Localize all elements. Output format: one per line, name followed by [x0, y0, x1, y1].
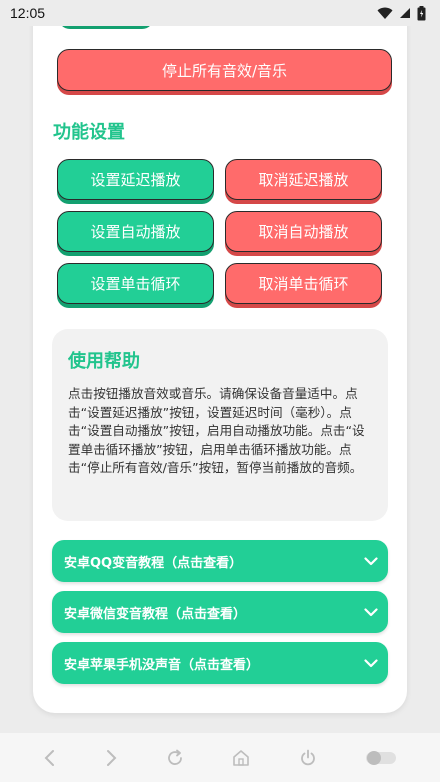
section-title-function-settings: 功能设置 — [53, 122, 125, 143]
set-auto-button[interactable]: 设置自动播放 — [57, 211, 214, 252]
forward-icon[interactable] — [104, 749, 118, 767]
chevron-down-icon — [364, 607, 378, 617]
status-icons — [377, 5, 426, 21]
chevron-down-icon — [364, 658, 378, 668]
set-delay-button[interactable]: 设置延迟播放 — [57, 159, 214, 200]
help-title: 使用帮助 — [68, 351, 140, 372]
status-time: 12:05 — [10, 5, 46, 21]
refresh-icon[interactable] — [165, 748, 185, 768]
signal-icon — [399, 7, 411, 19]
battery-icon — [417, 5, 426, 21]
accordion-qq-tutorial[interactable]: 安卓QQ变音教程（点击查看） — [52, 540, 388, 582]
power-icon[interactable] — [298, 748, 318, 768]
bottom-nav-bar — [0, 733, 440, 782]
set-loop-button[interactable]: 设置单击循环 — [57, 263, 214, 304]
accordion-label: 安卓QQ变音教程（点击查看） — [64, 555, 243, 571]
cancel-delay-button[interactable]: 取消延迟播放 — [225, 159, 382, 200]
chevron-down-icon — [364, 556, 378, 566]
wifi-icon — [377, 7, 393, 20]
cancel-loop-button[interactable]: 取消单击循环 — [225, 263, 382, 304]
help-text: 点击按钮播放音效或音乐。请确保设备音量适中。点击“设置延迟播放”按钮，设置延迟时… — [68, 386, 365, 476]
accordion-label: 安卓微信变音教程（点击查看） — [64, 606, 247, 622]
accordion-label: 安卓苹果手机没声音（点击查看） — [64, 657, 260, 673]
toggle-switch[interactable] — [365, 749, 397, 767]
accordion-wechat-tutorial[interactable]: 安卓微信变音教程（点击查看） — [52, 591, 388, 633]
back-icon[interactable] — [43, 749, 57, 767]
cancel-auto-button[interactable]: 取消自动播放 — [225, 211, 382, 252]
home-icon[interactable] — [231, 748, 251, 768]
stop-all-button[interactable]: 停止所有音效/音乐 — [57, 49, 392, 91]
accordion-no-sound[interactable]: 安卓苹果手机没声音（点击查看） — [52, 642, 388, 684]
status-bar: 12:05 — [0, 0, 440, 26]
help-box: 使用帮助 点击按钮播放音效或音乐。请确保设备音量适中。点击“设置延迟播放”按钮，… — [52, 329, 388, 521]
